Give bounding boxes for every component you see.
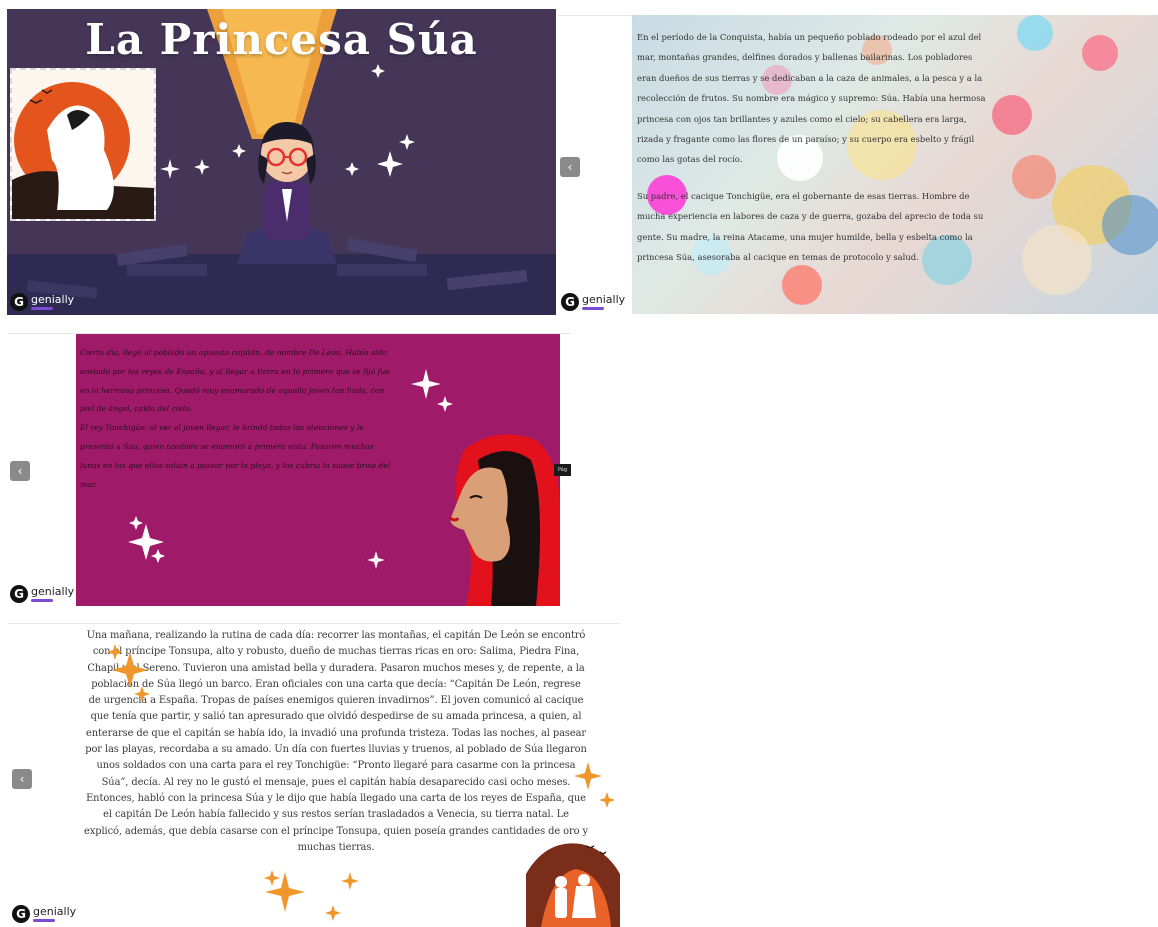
- genially-logo-text: genially: [31, 293, 75, 306]
- genially-logo-text: genially: [33, 905, 77, 918]
- white-slide: Una mañana, realizando la rutina de cada…: [0, 622, 620, 927]
- couple-illustration: [526, 843, 620, 927]
- genially-logo-icon: G: [561, 293, 579, 311]
- genially-logo: G genially: [10, 585, 74, 603]
- cover-stamp-illustration: [10, 68, 156, 221]
- slide2-text: En el período de la Conquista, había un …: [637, 27, 991, 283]
- prev-slide-button[interactable]: ‹: [10, 461, 30, 481]
- slide2-paragraph: En el período de la Conquista, había un …: [637, 32, 986, 165]
- cover-slide: La Princesa Súa G genially: [7, 9, 556, 315]
- genially-logo: G genially: [561, 293, 625, 311]
- princess-profile-illustration: [449, 434, 560, 606]
- slide2-paragraph: Su padre, el cacique Tonchigüe, era el g…: [637, 190, 984, 263]
- genially-logo-icon: G: [10, 293, 28, 311]
- genially-logo-text: genially: [31, 585, 75, 598]
- genially-logo-icon: G: [10, 585, 28, 603]
- genially-logo: G genially: [10, 293, 74, 311]
- bokeh-slide: En el período de la Conquista, había un …: [632, 15, 1158, 314]
- genially-logo-icon: G: [12, 905, 30, 923]
- genially-logo: G genially: [12, 905, 76, 923]
- prev-slide-button[interactable]: ‹: [12, 769, 32, 789]
- genially-logo-text: genially: [582, 293, 626, 306]
- page-tag[interactable]: Pág: [554, 464, 571, 476]
- prev-slide-button[interactable]: ‹: [560, 157, 580, 177]
- magenta-slide: Cierto día, llegó al poblado un apuesto …: [76, 334, 560, 606]
